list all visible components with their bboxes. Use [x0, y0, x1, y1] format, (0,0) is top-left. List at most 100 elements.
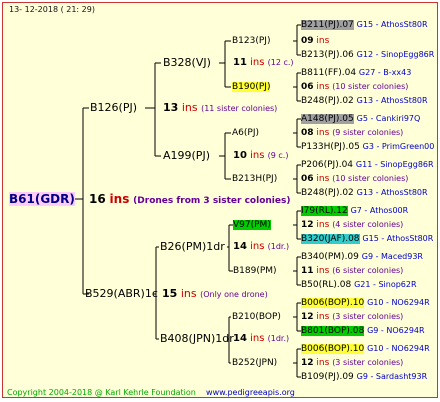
root-comment: (Drones from 3 sister colonies): [133, 196, 291, 206]
g4-ins-count: 08: [301, 128, 314, 138]
g5-entry: I79(RL).12 G7 - Athos00R: [301, 205, 408, 217]
g2b-ins-count: 15: [162, 287, 178, 300]
g4-comment: (3 sister colonies): [332, 358, 404, 367]
g5-queen-name: B109(PJ).09: [301, 372, 354, 382]
g4-queen-name: B190(PJ): [232, 82, 271, 92]
g4-queen: B252(JPN): [232, 358, 278, 368]
g5-queen-name: B248(PJ).02: [301, 188, 354, 198]
g3c-ins-label: ins: [250, 241, 265, 252]
g4-ins-label: ins: [316, 36, 330, 46]
g3a-queen: B328(VJ): [163, 56, 211, 69]
g5-queen-name: B248(PJ).02: [301, 96, 354, 106]
g4-ins-row: 06 ins (10 sister colonies): [301, 173, 408, 185]
g5-entry: B211(PJ).07 G15 - AthosSt80R: [301, 19, 428, 31]
g4-comment: (3 sister colonies): [332, 312, 404, 321]
g3a-comment: (12 c.): [267, 58, 294, 67]
g5-queen-name: B320(JAF).08: [301, 234, 360, 244]
g4-queen: B213H(PJ): [232, 174, 278, 184]
g5-entry: B006(BOP).10 G10 - NO6294R: [301, 297, 430, 309]
g5-queen-name: B006(BOP).10: [301, 344, 365, 354]
g5-info: G10 - NO6294R: [367, 344, 430, 353]
g2a-ins-row: 13 ins (11 sister colonies): [163, 102, 277, 115]
g4-comment: (4 sister colonies): [332, 220, 404, 229]
g4-ins-label: ins: [316, 82, 330, 92]
g2b-comment: (Only one drone): [200, 290, 268, 299]
g5-entry: B801(BOP).08 G9 - NO6294R: [301, 325, 425, 337]
g5-entry: P133H(PJ).05 G3 - PrimGreen00: [301, 141, 434, 153]
g4-comment: (6 sister colonies): [332, 266, 404, 275]
copyright-text: Copyright 2004-2018 @ Karl Kehrle Founda…: [7, 388, 196, 397]
g4-ins-count: 11: [301, 266, 314, 276]
root-queen-name: B61(GDR): [9, 192, 75, 206]
g3d-queen: B408(JPN)1dr: [160, 332, 234, 345]
g5-info: G13 - AthosSt80R: [356, 96, 428, 105]
g2a-comment: (11 sister colonies): [201, 104, 278, 113]
g4-comment: (10 sister colonies): [332, 82, 409, 91]
g5-info: G21 - Sinop62R: [354, 280, 417, 289]
g4-comment: (9 sister colonies): [332, 128, 404, 137]
g3d-ins-label: ins: [250, 333, 265, 344]
g5-info: G5 - Cankiri97Q: [356, 114, 421, 123]
g4-ins-count: 12: [301, 220, 314, 230]
g2b-queen: B529(ABR)1c: [85, 287, 158, 300]
g4-ins-row: 09 ins: [301, 35, 329, 47]
g3b-ins-row: 10 ins (9 c.): [233, 150, 288, 162]
g5-queen-name: B50(RL).08: [301, 280, 352, 290]
g4-queen: B190(PJ): [232, 81, 271, 93]
g2b-ins-label: ins: [180, 287, 197, 300]
g4-ins-count: 06: [301, 174, 314, 184]
g4-queen: V97(PM): [233, 219, 271, 231]
g5-queen-name: B340(PM).09: [301, 252, 359, 262]
g2b-ins-row: 15 ins (Only one drone): [162, 288, 268, 301]
g4-ins-count: 12: [301, 358, 314, 368]
g3a-ins-row: 11 ins (12 c.): [233, 57, 294, 69]
g5-entry: B248(PJ).02 G13 - AthosSt80R: [301, 95, 428, 107]
g5-entry: B340(PM).09 G9 - Maced93R: [301, 251, 423, 263]
g4-ins-row: 12 ins (4 sister colonies): [301, 219, 403, 231]
g4-ins-row: 06 ins (10 sister colonies): [301, 81, 408, 93]
g4-queen: A6(PJ): [232, 128, 259, 138]
g5-entry: B811(FF).04 G27 - B-xx43: [301, 67, 411, 79]
g5-queen-name: P206(PJ).04: [301, 160, 354, 170]
g3b-ins-label: ins: [250, 150, 265, 161]
g4-ins-count: 12: [301, 312, 314, 322]
g5-info: G3 - PrimGreen00: [362, 142, 435, 151]
g5-entry: B109(PJ).09 G9 - Sardasht93R: [301, 371, 427, 383]
g4-ins-label: ins: [316, 128, 330, 138]
g5-queen-name: B006(BOP).10: [301, 298, 365, 308]
g4-ins-row: 11 ins (6 sister colonies): [301, 265, 403, 277]
g5-queen-name: I79(RL).12: [301, 206, 348, 216]
g5-info: G13 - AthosSt80R: [356, 188, 428, 197]
g2a-ins-label: ins: [181, 101, 198, 114]
g5-info: G7 - Athos00R: [350, 206, 409, 215]
g5-queen-name: B811(FF).04: [301, 68, 357, 78]
g5-entry: A148(PJ).05 G5 - Cankiri97Q: [301, 113, 420, 125]
g5-info: G9 - NO6294R: [367, 326, 425, 335]
g2a-queen: B126(PJ): [90, 101, 138, 114]
g5-entry: B006(BOP).10 G10 - NO6294R: [301, 343, 430, 355]
website-link[interactable]: www.pedigreeapis.org: [206, 388, 295, 397]
g4-ins-count: 06: [301, 82, 314, 92]
g5-entry: B248(PJ).02 G13 - AthosSt80R: [301, 187, 428, 199]
g5-info: G9 - Maced93R: [361, 252, 423, 261]
g5-info: G27 - B-xx43: [358, 68, 412, 77]
g5-entry: P206(PJ).04 G11 - SinopEgg86R: [301, 159, 434, 171]
g3b-ins-count: 10: [233, 150, 247, 161]
g3a-ins-label: ins: [250, 57, 265, 68]
root-ins-count: 16: [89, 192, 106, 206]
g5-entry: B213(PJ).06 G12 - SinopEgg86R: [301, 49, 434, 61]
g4-ins-label: ins: [316, 358, 330, 368]
g5-info: G11 - SinopEgg86R: [355, 160, 434, 169]
g5-queen-name: P133H(PJ).05: [301, 142, 360, 152]
g4-ins-row: 12 ins (3 sister colonies): [301, 357, 403, 369]
g4-ins-label: ins: [316, 174, 330, 184]
g4-queen: B123(PJ): [232, 36, 271, 46]
g3d-ins-row: 14 ins (1dr.): [233, 333, 289, 345]
g5-entry: B50(RL).08 G21 - Sinop62R: [301, 279, 417, 291]
g4-comment: (10 sister colonies): [332, 174, 409, 183]
g4-ins-label: ins: [316, 312, 330, 322]
g3b-comment: (9 c.): [267, 151, 289, 160]
g4-ins-label: ins: [316, 220, 330, 230]
g3d-ins-count: 14: [233, 333, 247, 344]
g5-info: G10 - NO6294R: [367, 298, 430, 307]
